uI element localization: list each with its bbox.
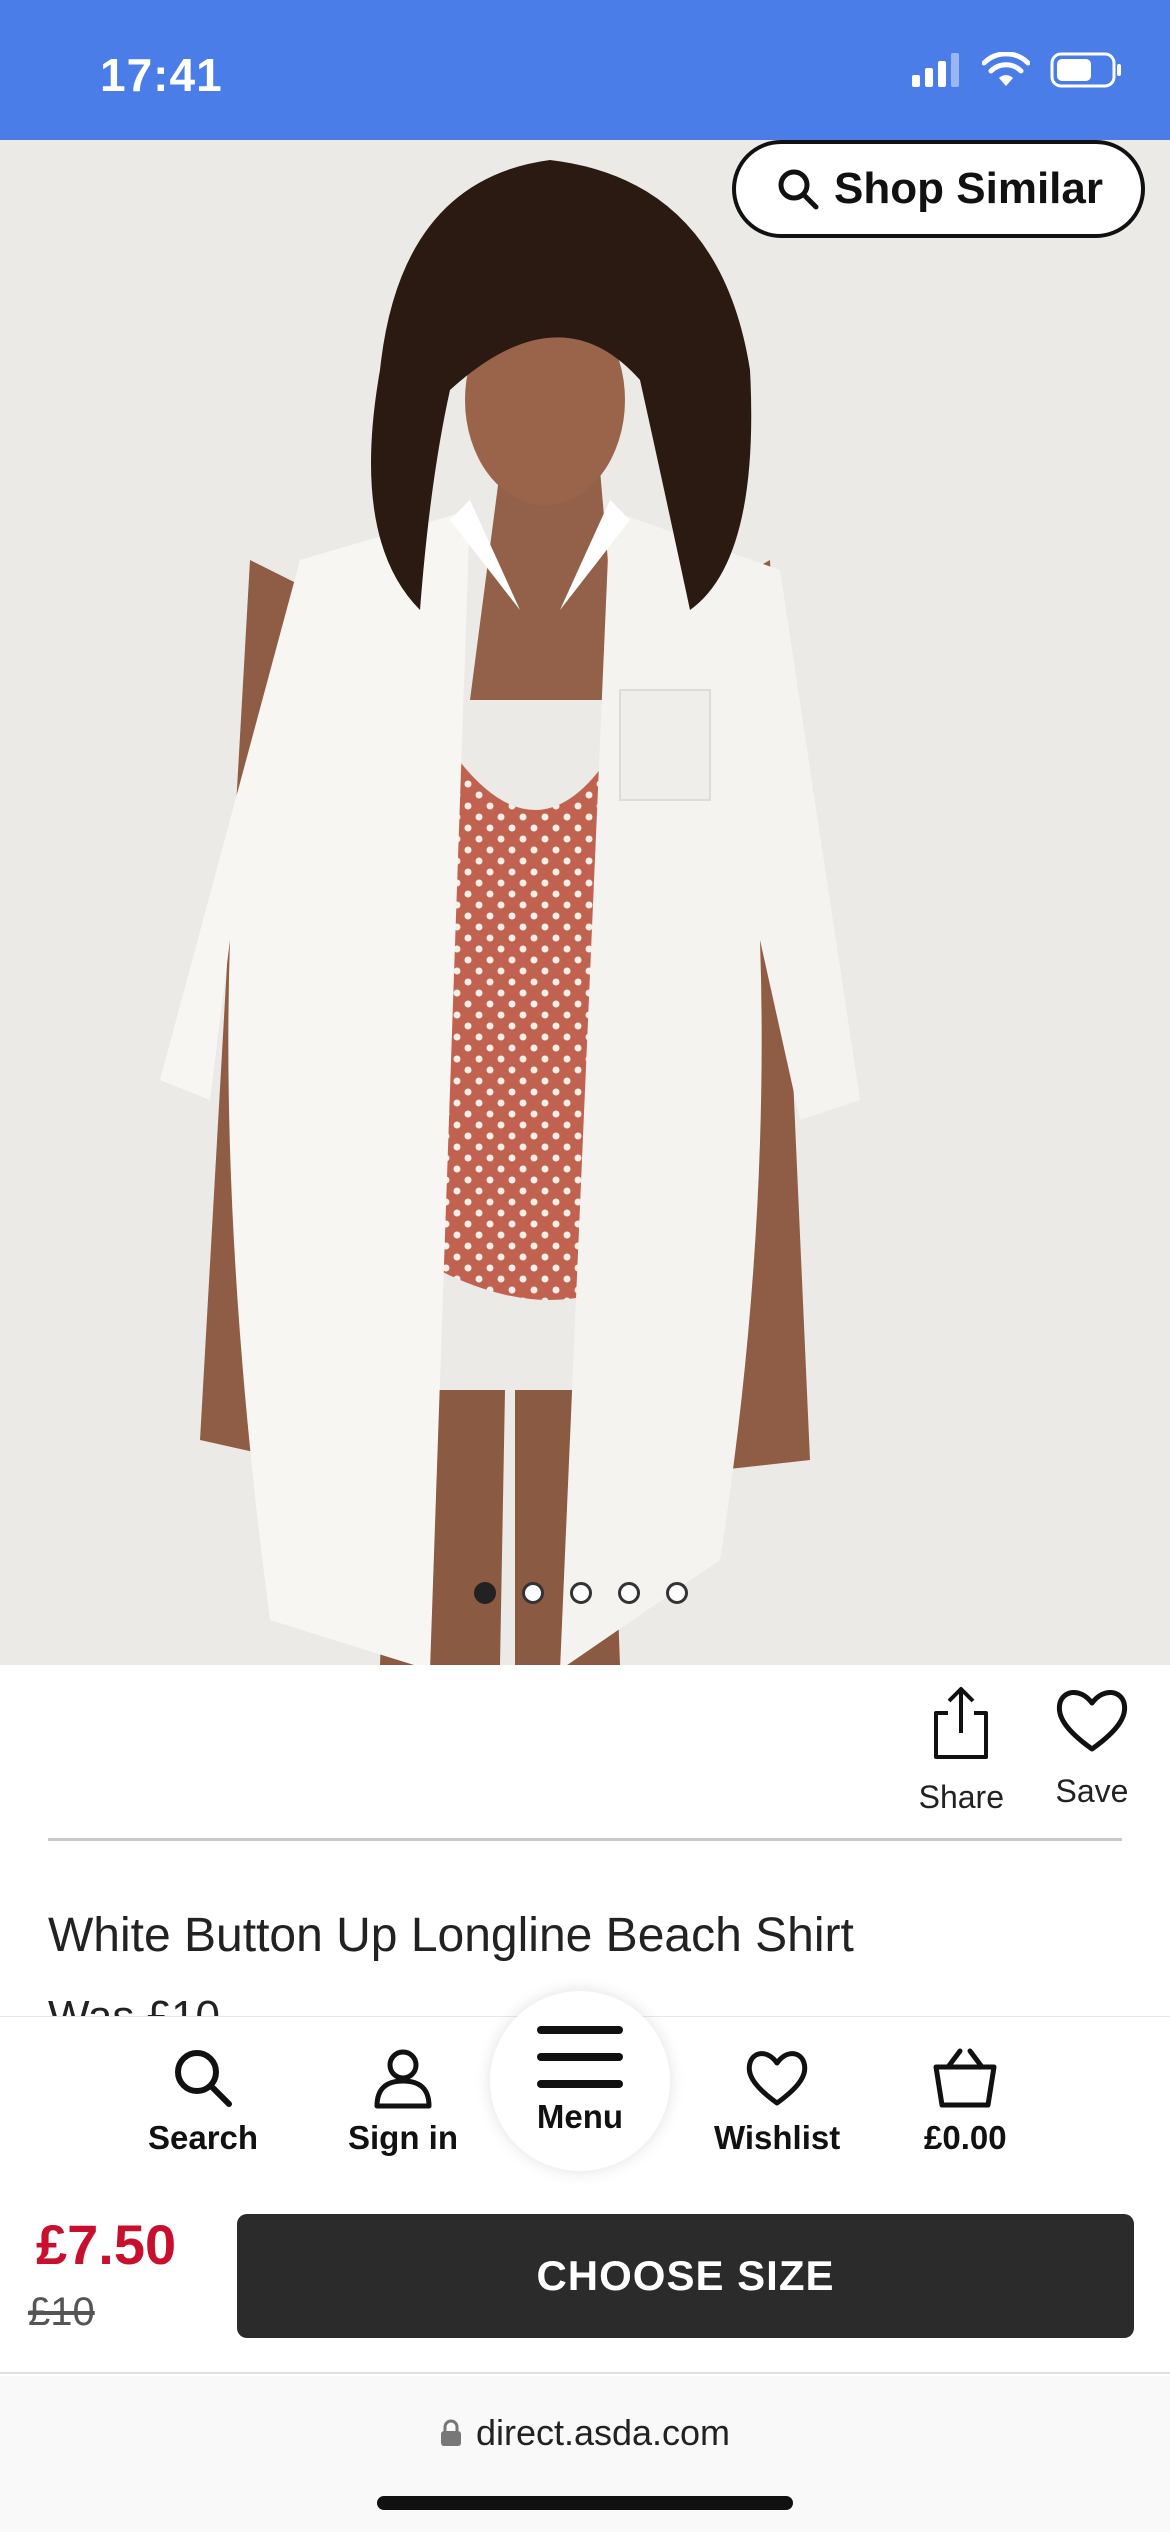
share-icon: [934, 1687, 989, 1759]
carousel-dot[interactable]: [570, 1582, 592, 1604]
share-button[interactable]: Share: [919, 1685, 1004, 1816]
nav-basket-total: £0.00: [924, 2119, 1007, 2156]
nav-wishlist[interactable]: Wishlist: [714, 2047, 840, 2157]
url-display[interactable]: direct.asda.com: [0, 2412, 1170, 2454]
status-icons: [912, 52, 1122, 88]
search-icon: [175, 2050, 233, 2107]
price-bar: £7.50 £10 CHOOSE SIZE: [0, 2194, 1170, 2374]
price-now: £7.50: [36, 2213, 177, 2276]
signal-icon: [912, 53, 959, 87]
heart-icon: [1056, 1690, 1128, 1752]
heart-icon: [746, 2051, 808, 2106]
nav-menu-label: Menu: [536, 2098, 624, 2135]
browser-url-bar: direct.asda.com: [0, 2376, 1170, 2532]
user-icon: [374, 2049, 432, 2109]
choose-size-button[interactable]: CHOOSE SIZE: [237, 2214, 1134, 2338]
status-time: 17:41: [100, 49, 223, 101]
wifi-icon: [982, 52, 1030, 86]
nav-basket[interactable]: £0.00: [924, 2047, 1007, 2157]
basket-icon: [933, 2048, 997, 2108]
share-label: Share: [918, 1779, 1004, 1815]
bottom-nav: Search Sign in Menu Wishlist £0.00: [0, 1991, 1170, 2194]
was-price: Was £10: [48, 1992, 220, 2016]
product-title: White Button Up Longline Beach Shirt: [48, 1909, 854, 1962]
nav-search-label: Search: [148, 2119, 259, 2156]
save-button[interactable]: Save: [1054, 1685, 1130, 1816]
hamburger-icon: [537, 2026, 623, 2088]
carousel-dots: [474, 1582, 688, 1604]
nav-sign-in[interactable]: Sign in: [348, 2047, 458, 2157]
home-indicator[interactable]: [377, 2496, 793, 2510]
carousel-dot[interactable]: [666, 1582, 688, 1604]
nav-sign-in-label: Sign in: [348, 2119, 458, 2156]
status-bar: 17:41: [0, 0, 1170, 140]
divider: [48, 1838, 1122, 1841]
nav-search[interactable]: Search: [148, 2047, 258, 2157]
carousel-dot[interactable]: [618, 1582, 640, 1604]
carousel-dot[interactable]: [522, 1582, 544, 1604]
product-actions: Share Save: [919, 1685, 1130, 1816]
save-label: Save: [1055, 1773, 1129, 1809]
url-text: direct.asda.com: [475, 2412, 731, 2453]
carousel-dot[interactable]: [474, 1582, 496, 1604]
shop-similar-label: Shop Similar: [834, 164, 1103, 213]
nav-menu[interactable]: Menu: [490, 1991, 670, 2171]
product-photo: [0, 140, 1170, 1665]
price-old: £10: [28, 2290, 95, 2334]
nav-wishlist-label: Wishlist: [714, 2119, 841, 2156]
lock-icon: [440, 2419, 461, 2446]
search-icon: [778, 169, 819, 210]
battery-icon: [1050, 52, 1121, 88]
shop-similar-button[interactable]: Shop Similar: [732, 140, 1145, 238]
product-image-carousel[interactable]: Shop Similar: [0, 140, 1170, 1665]
